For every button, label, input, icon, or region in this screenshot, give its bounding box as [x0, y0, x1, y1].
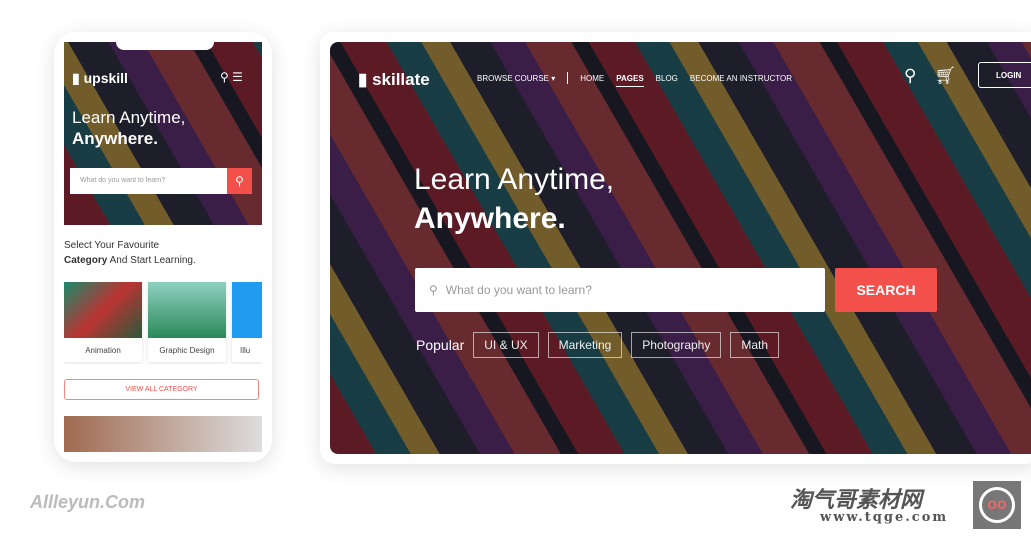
prompt-bold: Category: [64, 255, 108, 266]
popular-tags: Popular UI & UX Marketing Photography Ma…: [416, 332, 780, 358]
search-placeholder: What do you want to learn?: [445, 283, 592, 297]
prompt-line1: Select Your Favourite: [64, 240, 160, 251]
tag-math[interactable]: Math: [730, 332, 780, 358]
watermark-url: www.tqge.com: [820, 510, 949, 525]
glasses-icon: oo: [979, 487, 1015, 523]
search-button[interactable]: SEARCH: [835, 268, 937, 312]
mobile-icons: ⚲ ☰: [220, 70, 243, 84]
nav-pages[interactable]: PAGES: [616, 74, 644, 87]
title-line2: Anywhere.: [72, 129, 158, 148]
tag-ui-ux[interactable]: UI & UX: [473, 332, 539, 358]
category-label: Animation: [85, 346, 121, 355]
desktop-logo[interactable]: ▮ skillate: [358, 70, 430, 90]
category-image: [232, 282, 262, 338]
nav-divider: [567, 72, 569, 84]
nav-become-instructor[interactable]: BECOME AN INSTRUCTOR: [690, 74, 792, 87]
category-carousel: Animation Graphic Design Illu: [64, 282, 262, 364]
brand-name: upskill: [83, 70, 128, 86]
category-card[interactable]: Graphic Design: [148, 282, 226, 362]
watermark-glasses-logo: oo: [973, 481, 1021, 529]
popular-label: Popular: [416, 337, 465, 353]
search-input[interactable]: ⚲ What do you want to learn?: [415, 268, 825, 312]
search-icon: ⚲: [429, 283, 438, 297]
mobile-search-input[interactable]: What do you want to learn?: [70, 168, 252, 194]
search-icon[interactable]: ⚲: [220, 70, 229, 84]
prompt-rest: And Start Learning.: [107, 255, 196, 266]
category-image: [64, 282, 142, 338]
menu-icon[interactable]: ☰: [232, 70, 243, 84]
category-label: Illu: [240, 346, 251, 355]
search-icon: ⚲: [235, 174, 244, 188]
cart-icon[interactable]: 🛒︎: [934, 66, 956, 86]
phone-notch: [116, 40, 214, 50]
title-line2: Anywhere.: [414, 202, 566, 235]
view-all-category-button[interactable]: VIEW ALL CATEGORY: [64, 379, 259, 400]
title-line1: Learn Anytime,: [414, 163, 615, 196]
mobile-logo[interactable]: ▮ upskill: [72, 70, 128, 87]
search-icon[interactable]: ⚲: [904, 66, 916, 86]
title-line1: Learn Anytime,: [72, 108, 186, 127]
login-button[interactable]: LOGIN: [978, 62, 1031, 88]
category-card[interactable]: Animation: [64, 282, 142, 362]
category-card[interactable]: Illu: [232, 282, 262, 362]
category-image: [148, 282, 226, 338]
category-prompt: Select Your Favourite Category And Start …: [64, 238, 196, 268]
watermark-left: Allleyun.Com: [30, 492, 146, 512]
mobile-title: Learn Anytime, Anywhere.: [72, 107, 185, 149]
header-icons: ⚲ 🛒︎: [904, 66, 956, 86]
nav-blog[interactable]: BLOG: [656, 74, 678, 87]
brand-name: skillate: [372, 70, 430, 89]
desktop-hero: ▮ skillate BROWSE COURSE ▾ HOME PAGES BL…: [330, 42, 1031, 454]
tag-marketing[interactable]: Marketing: [547, 332, 623, 358]
mobile-preview: ▮ upskill ⚲ ☰ Learn Anytime, Anywhere. Wh…: [54, 32, 272, 462]
main-nav: BROWSE COURSE ▾ HOME PAGES BLOG BECOME A…: [477, 72, 792, 87]
hero-title: Learn Anytime, Anywhere.: [414, 160, 614, 238]
nav-home[interactable]: HOME: [580, 74, 604, 87]
mobile-search-button[interactable]: ⚲: [227, 168, 252, 194]
category-label: Graphic Design: [159, 346, 215, 355]
nav-browse-course[interactable]: BROWSE COURSE ▾: [477, 74, 555, 87]
tag-photography[interactable]: Photography: [631, 332, 722, 358]
mobile-bottom-image: [64, 416, 262, 452]
